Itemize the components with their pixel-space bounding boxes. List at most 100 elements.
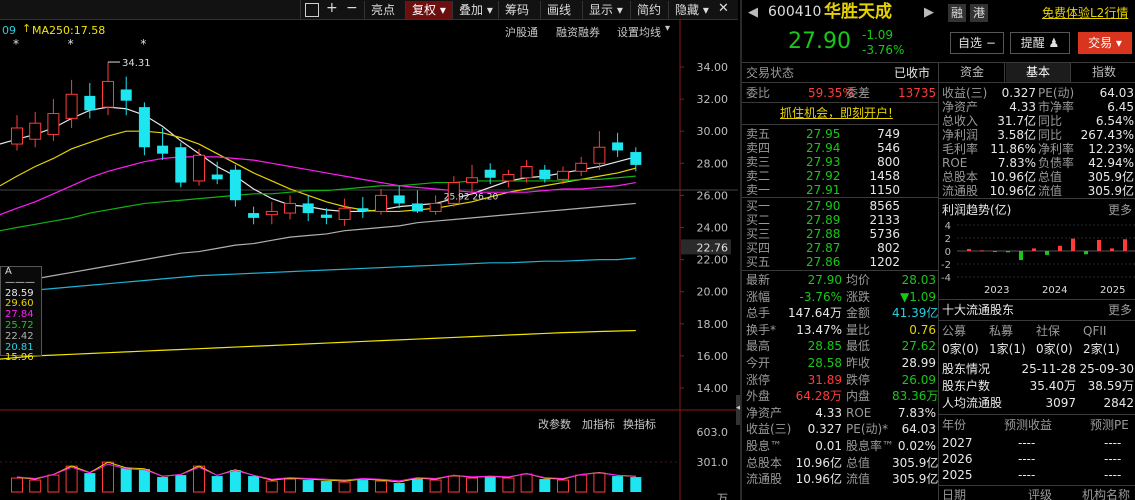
candle-body-up: [47, 113, 60, 135]
watchlist-button[interactable]: 自选 −: [950, 32, 1004, 54]
volume-bar-up: [429, 479, 442, 493]
stat-label: 流通股: [746, 472, 783, 487]
candle-body-up: [575, 162, 588, 172]
volume-bar-up: [557, 479, 569, 493]
profit-axis-label: 2: [945, 234, 951, 245]
toolbar-chips[interactable]: 筹码: [498, 1, 535, 19]
trade-button[interactable]: 交易 ▾: [1078, 32, 1132, 54]
candle-body-up: [593, 146, 606, 164]
toolbar-overlay[interactable]: 叠加 ▾: [452, 1, 499, 19]
price-tick-label: 32.00: [697, 93, 729, 106]
stat-label: 外盘: [746, 389, 771, 404]
profit-trend-chart: 4 2 0 -2 -4 2023 2024 2025: [941, 221, 1135, 296]
fund-label: 总值: [1038, 170, 1063, 184]
toolbar-hide-label: 隐藏: [675, 3, 700, 17]
layout-icon[interactable]: [305, 3, 319, 17]
bid-volume: 5736: [869, 227, 900, 241]
bid-price: 27.90: [806, 199, 841, 213]
stat-label: 总股本: [746, 455, 783, 470]
stat-label: 均价: [846, 273, 871, 287]
fund-label: 流值: [1038, 184, 1063, 198]
volume-bar-up: [575, 474, 588, 493]
bid-price: 27.89: [806, 213, 841, 227]
holder-row-value: 35.40万: [1029, 379, 1076, 393]
fund-label: ROE: [942, 156, 968, 170]
link-change-indicator[interactable]: 换指标: [623, 416, 656, 432]
holder-row-value: 25-09-30: [1079, 362, 1134, 376]
link-add-indicator[interactable]: 加指标: [582, 416, 615, 432]
profit-bar: [1006, 251, 1010, 253]
volume-bar-up: [11, 477, 23, 493]
bid-volume: 1202: [869, 255, 900, 269]
chevron-down-icon: ▾: [699, 3, 709, 17]
profit-bar: [1032, 248, 1036, 251]
volume-bar-up: [593, 472, 606, 493]
chevron-right-icon[interactable]: ▶: [924, 6, 934, 20]
fund-label: 市净率: [1038, 100, 1075, 114]
tab-2[interactable]: 指数: [1072, 63, 1135, 82]
stat-label: 股息™: [746, 439, 783, 453]
candle-body-up: [338, 207, 351, 220]
profit-axis-label: 0: [945, 247, 951, 258]
stat-value: 27.62: [901, 339, 936, 354]
ask-level-label: 卖一: [746, 183, 771, 197]
hk-badge: 港: [970, 4, 988, 22]
fund-label: 同比: [1038, 114, 1063, 128]
fund-label: 总股本: [942, 170, 979, 184]
toolbar-draw[interactable]: 画线: [540, 1, 577, 19]
profit-bar: [1084, 251, 1088, 255]
volume-bar-down: [357, 480, 369, 492]
profit-more-link[interactable]: 更多: [1108, 203, 1132, 217]
toolbar-display[interactable]: 显示 ▾: [582, 1, 629, 19]
chevron-down-icon: ▾: [613, 3, 623, 17]
volume-bar-down: [157, 477, 169, 492]
volume-bar-down: [630, 477, 642, 492]
holders-more-link[interactable]: 更多: [1108, 303, 1132, 317]
toolbar-highlight[interactable]: 亮点: [364, 1, 401, 19]
candle-body-up: [557, 170, 569, 180]
forecast-eps: ----: [1018, 436, 1036, 450]
current-price-tag-label: 22.76: [697, 241, 729, 254]
open-account-ad[interactable]: 抓住机会，即刻开户!: [780, 106, 893, 120]
status-value: 已收市: [894, 66, 931, 80]
volume-bar-up: [193, 465, 205, 493]
toolbar-adjust[interactable]: 复权 ▾: [405, 1, 452, 19]
stat-label: 净资产: [746, 405, 783, 420]
ma-line-ma30: [0, 175, 636, 232]
close-icon[interactable]: ✕: [718, 1, 729, 16]
profit-bar: [1019, 251, 1023, 261]
stat-label: 涨停: [746, 372, 771, 387]
holder-col-header: 私募: [989, 324, 1014, 338]
fund-label: 收益(三): [942, 86, 988, 100]
fund-value: 11.86%: [990, 142, 1036, 156]
plus-icon[interactable]: +: [326, 0, 338, 16]
volume-bar-down: [393, 483, 405, 492]
holder-row-value: 3097: [1045, 396, 1076, 410]
remind-button[interactable]: 提醒 ♟: [1010, 32, 1070, 54]
price-tick-label: 34.00: [697, 61, 729, 74]
forecast-col-header: 预测收益: [1004, 418, 1053, 432]
minus-icon[interactable]: −: [346, 0, 358, 16]
stat-value: 27.90: [807, 273, 842, 287]
stat-label: 总值: [846, 455, 871, 470]
toolbar-hide[interactable]: 隐藏 ▾: [668, 1, 715, 19]
volume-bar-up: [466, 477, 478, 493]
stat-label: 流值: [846, 472, 871, 487]
tab-1[interactable]: 基本: [1006, 63, 1071, 82]
stat-value: 305.9亿: [892, 472, 939, 487]
ma-line-ma5: [0, 106, 636, 213]
stat-value: 147.64万: [788, 306, 842, 321]
low-marker-label: 25.92 26.20: [444, 192, 499, 202]
tab-0[interactable]: 资金: [940, 63, 1005, 82]
candle-body-down: [612, 142, 624, 151]
volume-bar-up: [29, 479, 42, 493]
high-marker-label: 34.31: [122, 58, 151, 69]
toolbar-simple[interactable]: 简约: [630, 1, 667, 19]
promo-link[interactable]: 免费体验L2行情: [1042, 6, 1128, 20]
stat-label: ROE: [846, 405, 872, 420]
holder-row-label: 股东情况: [942, 362, 991, 376]
chevron-left-icon[interactable]: ◀: [748, 6, 758, 20]
link-edit-params[interactable]: 改参数: [538, 416, 571, 432]
fund-value: 6.54%: [1095, 114, 1134, 128]
volume-bar-up: [284, 478, 296, 493]
